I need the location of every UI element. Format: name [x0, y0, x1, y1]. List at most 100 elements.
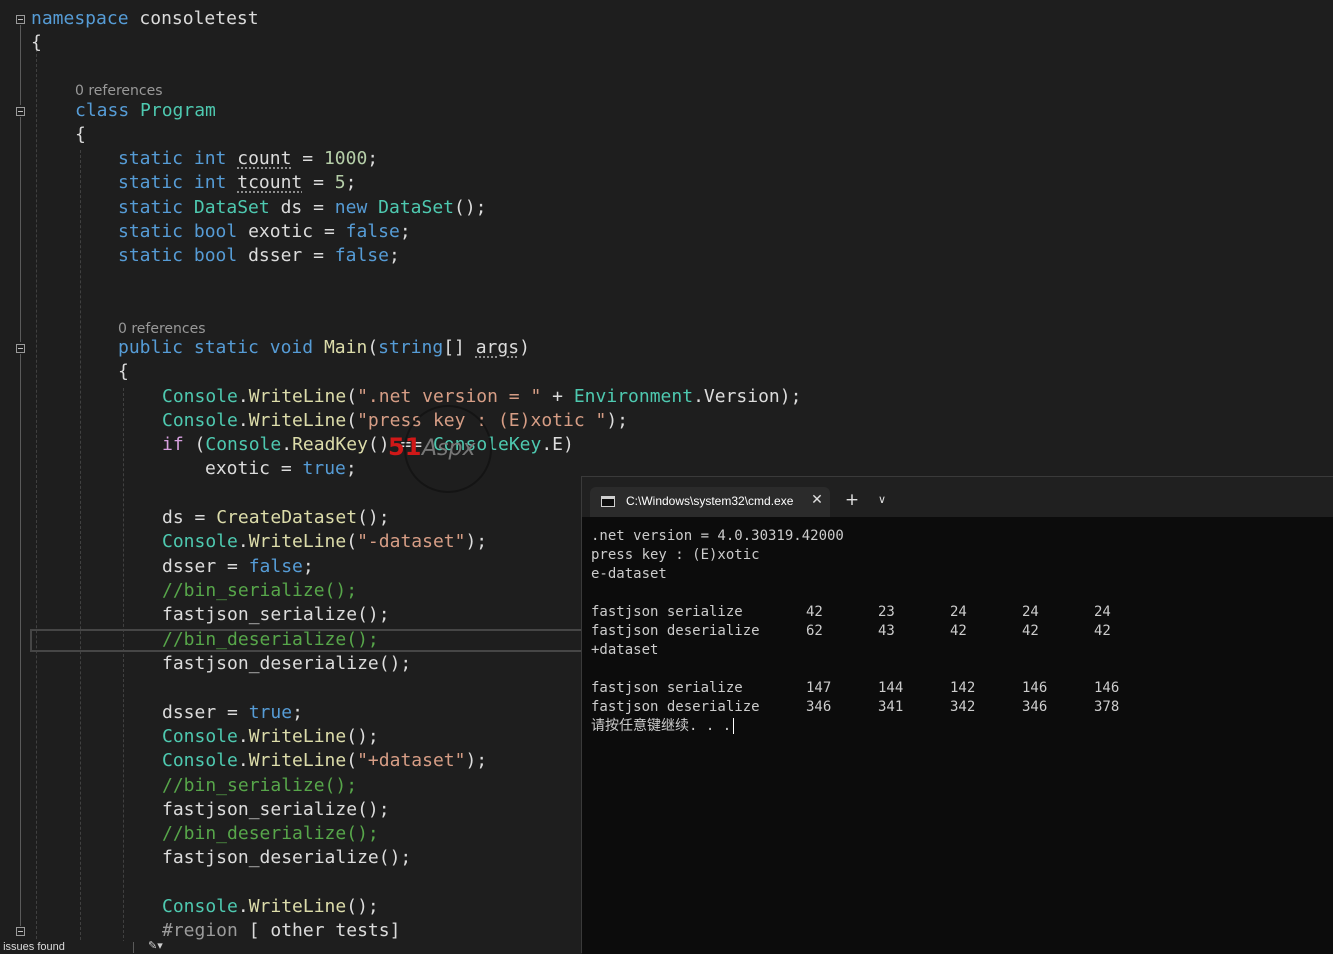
method-name: Main: [323, 337, 368, 358]
codelens-references[interactable]: 0 references: [75, 82, 163, 100]
keyword: static: [118, 197, 184, 218]
terminal-value: 142: [950, 680, 976, 696]
code-line[interactable]: fastjson_serialize();: [162, 603, 390, 627]
terminal-value: 342: [950, 699, 976, 715]
class-name: Program: [140, 100, 216, 121]
code-line[interactable]: fastjson_serialize();: [162, 798, 390, 822]
code-line[interactable]: //bin_deserialize();: [162, 822, 379, 846]
code-line[interactable]: dsser = false;: [162, 555, 314, 579]
editor-gutter: [0, 0, 30, 953]
terminal-tab-title: C:\Windows\system32\cmd.exe: [626, 494, 794, 508]
number: 5: [334, 172, 346, 193]
type-name: Console: [162, 726, 238, 747]
field-name: dsser: [248, 245, 303, 266]
terminal-value: 24: [950, 604, 967, 620]
terminal-row-label: fastjson deserialize: [591, 623, 760, 639]
code-line[interactable]: {: [118, 360, 129, 384]
code-line[interactable]: fastjson_deserialize();: [162, 652, 411, 676]
type-name: Console: [162, 410, 238, 431]
assignment: exotic =: [205, 458, 303, 479]
close-icon[interactable]: ✕: [807, 490, 827, 510]
code-line[interactable]: static DataSet ds = new DataSet();: [118, 196, 487, 220]
cmd-icon: [601, 496, 615, 507]
code-line[interactable]: if (Console.ReadKey() == ConsoleKey.E): [162, 433, 574, 457]
terminal-line: .net version = 4.0.30319.42000: [591, 528, 844, 544]
keyword: static: [118, 221, 184, 242]
brace: {: [75, 124, 86, 145]
preprocessor: #region: [162, 920, 238, 941]
code-line[interactable]: fastjson_deserialize();: [162, 846, 411, 870]
assignment: dsser =: [162, 702, 249, 723]
terminal-row-label: fastjson serialize: [591, 680, 743, 696]
number: 1000: [323, 148, 368, 169]
punctuation: .: [237, 896, 249, 917]
new-tab-button[interactable]: +: [842, 488, 862, 512]
code-line[interactable]: //bin_serialize();: [162, 579, 357, 603]
code-line[interactable]: Console.WriteLine();: [162, 895, 379, 919]
fold-main-icon[interactable]: [16, 344, 25, 353]
code-line[interactable]: static bool exotic = false;: [118, 220, 411, 244]
type-name: DataSet: [378, 197, 454, 218]
method-call: fastjson_deserialize();: [162, 847, 412, 868]
keyword: static: [118, 148, 184, 169]
punctuation: .: [237, 750, 249, 771]
punctuation: ();: [454, 197, 487, 218]
fold-class-icon[interactable]: [16, 107, 25, 116]
terminal-tab[interactable]: C:\Windows\system32\cmd.exe ✕: [590, 487, 830, 517]
keyword: new: [334, 197, 368, 218]
terminal-value: 147: [806, 680, 832, 696]
code-line[interactable]: exotic = true;: [205, 457, 357, 481]
terminal-value: 146: [1022, 680, 1048, 696]
issues-status[interactable]: No issues found: [0, 941, 65, 953]
code-line[interactable]: ds = CreateDataset();: [162, 506, 390, 530]
terminal-window[interactable]: C:\Windows\system32\cmd.exe ✕ + ∨ .net v…: [581, 476, 1333, 954]
method-name: WriteLine: [248, 531, 347, 552]
punctuation: ;: [388, 245, 400, 266]
brush-icon[interactable]: ✎▾: [148, 941, 163, 952]
status-bar: No issues found ✎▾: [0, 941, 581, 953]
code-line[interactable]: dsser = true;: [162, 701, 303, 725]
code-line[interactable]: //bin_deserialize();: [162, 628, 379, 652]
indent-guide: [80, 150, 81, 940]
code-line[interactable]: {: [75, 123, 86, 147]
type-name: Console: [162, 531, 238, 552]
code-line[interactable]: class Program: [75, 99, 216, 123]
terminal-output[interactable]: .net version = 4.0.30319.42000 press key…: [582, 517, 1333, 954]
fold-namespace-icon[interactable]: [16, 15, 25, 24]
type-name: Console: [162, 750, 238, 771]
punctuation: .: [237, 386, 249, 407]
method-name: WriteLine: [248, 386, 347, 407]
code-line[interactable]: Console.WriteLine("+dataset");: [162, 749, 487, 773]
comment: //bin_serialize();: [162, 580, 358, 601]
terminal-line: press key : (E)xotic: [591, 547, 760, 563]
type-name: DataSet: [193, 197, 270, 218]
terminal-value: 42: [1094, 623, 1111, 639]
terminal-value: 43: [878, 623, 895, 639]
punctuation: ;: [345, 172, 357, 193]
method-call: fastjson_deserialize();: [162, 653, 412, 674]
code-line[interactable]: namespace consoletest: [31, 7, 259, 31]
keyword: void: [269, 337, 314, 358]
code-line[interactable]: public static void Main(string[] args): [118, 336, 530, 360]
code-line[interactable]: static int tcount = 5;: [118, 171, 356, 195]
terminal-value: 144: [878, 680, 904, 696]
keyword: static: [118, 172, 184, 193]
method-call: fastjson_serialize();: [162, 799, 390, 820]
code-line[interactable]: Console.WriteLine("-dataset");: [162, 530, 487, 554]
code-line[interactable]: #region [ other tests]: [162, 919, 400, 943]
chevron-down-icon[interactable]: ∨: [872, 488, 892, 512]
method-name: WriteLine: [248, 726, 347, 747]
indent-guide: [123, 388, 124, 943]
terminal-value: 62: [806, 623, 823, 639]
fold-region-icon[interactable]: [16, 927, 25, 936]
operator: =: [313, 221, 346, 242]
terminal-value: 341: [878, 699, 904, 715]
code-line[interactable]: {: [31, 31, 42, 55]
operator: =: [302, 197, 335, 218]
code-line[interactable]: //bin_serialize();: [162, 774, 357, 798]
code-line[interactable]: Console.WriteLine();: [162, 725, 379, 749]
code-line[interactable]: static int count = 1000;: [118, 147, 378, 171]
code-line[interactable]: static bool dsser = false;: [118, 244, 400, 268]
punctuation: .: [237, 531, 249, 552]
keyword: if: [162, 434, 184, 455]
